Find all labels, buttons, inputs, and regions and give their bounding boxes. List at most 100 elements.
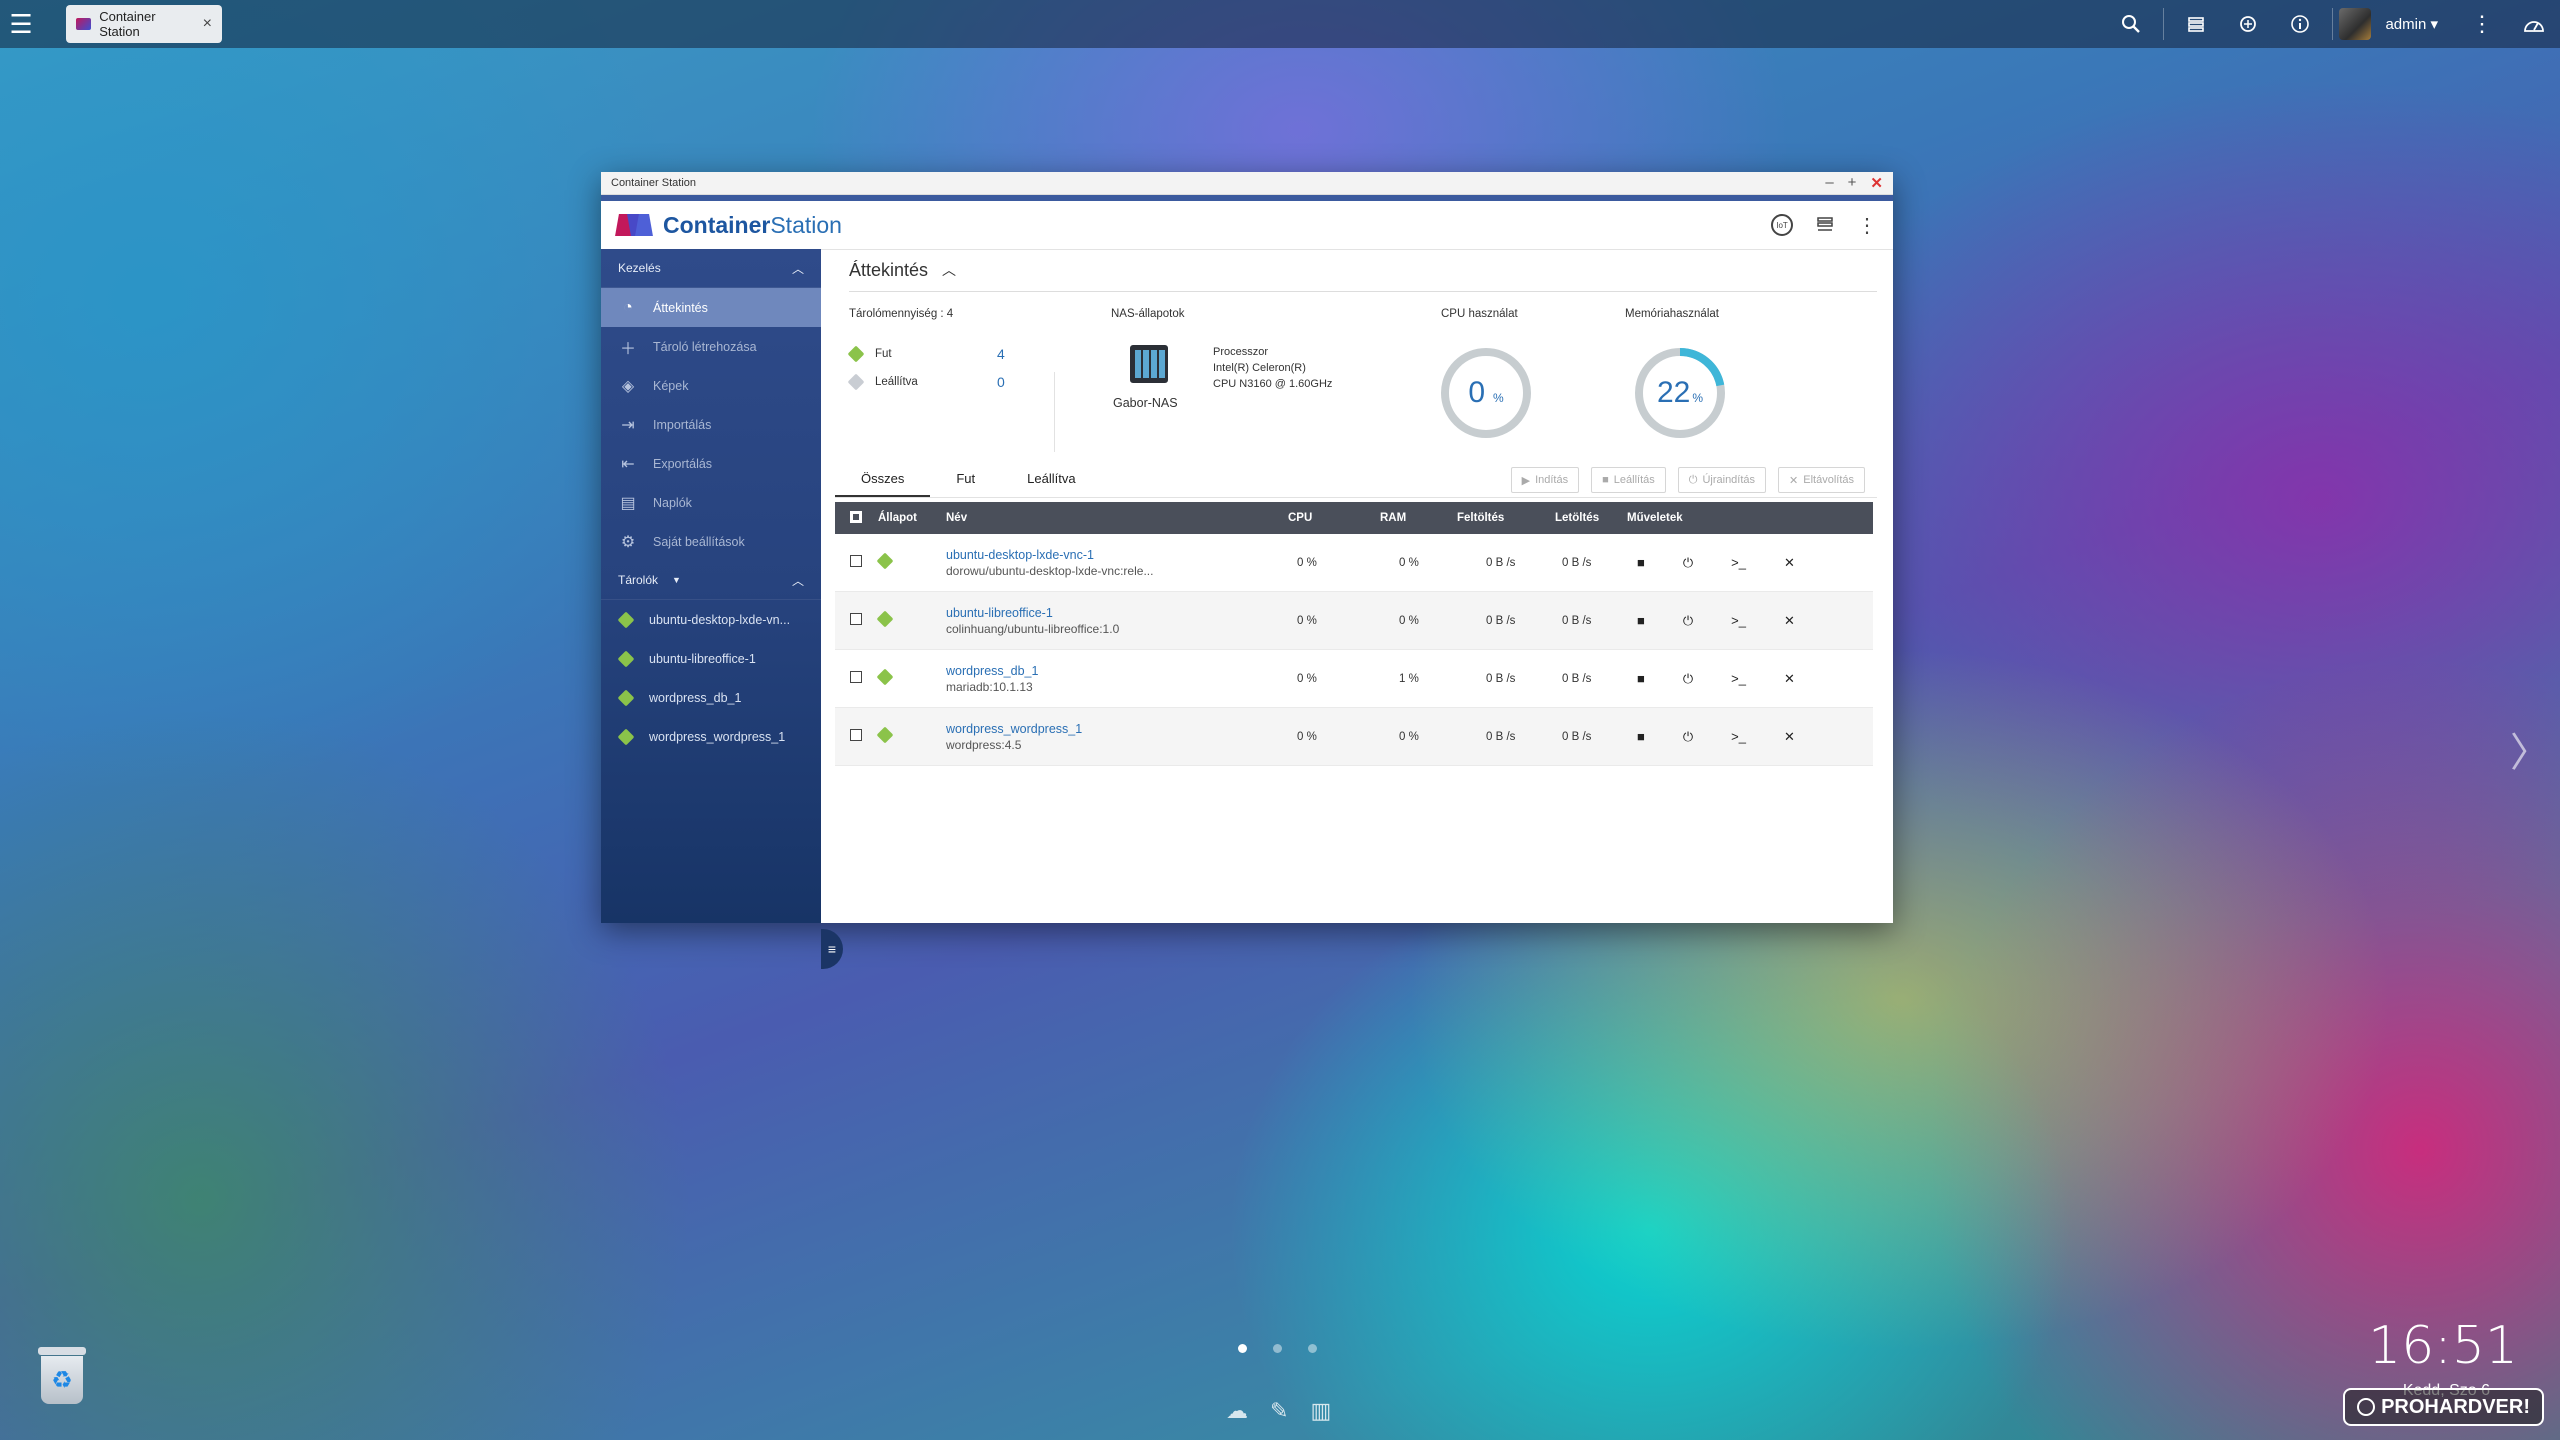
minimize-icon[interactable]: – xyxy=(1825,174,1833,192)
gauge-icon: ◔ xyxy=(623,298,633,316)
cloud-icon[interactable]: ☁ xyxy=(1226,1398,1248,1424)
layers-icon: ◈ xyxy=(621,377,635,395)
row-checkbox[interactable] xyxy=(850,671,862,683)
stop-icon[interactable]: ■ xyxy=(1637,671,1645,687)
maximize-icon[interactable]: + xyxy=(1848,174,1857,192)
iot-icon[interactable]: IoT xyxy=(1771,214,1793,236)
more-icon[interactable]: ⋮ xyxy=(1857,213,1877,238)
terminal-icon[interactable]: >_ xyxy=(1731,729,1746,745)
cpu-cell: 0 % xyxy=(1287,591,1379,650)
gear-icon: ⚙ xyxy=(620,533,636,551)
stopped-count[interactable]: 0 xyxy=(997,374,1005,390)
container-image: colinhuang/ubuntu-libreoffice:1.0 xyxy=(946,621,1120,636)
close-icon[interactable]: ✕ xyxy=(1784,671,1795,687)
col-download[interactable]: Letöltés xyxy=(1554,502,1626,534)
cpu-usage-value: 0 xyxy=(1468,376,1485,409)
table-row[interactable]: ubuntu-desktop-lxde-vnc-1 dorowu/ubuntu-d… xyxy=(835,534,1873,592)
terminal-icon[interactable]: >_ xyxy=(1731,671,1746,687)
restart-button[interactable]: ⏻ Újraindítás xyxy=(1677,467,1767,493)
sidebar-toggle-handle[interactable]: ≡ xyxy=(821,929,843,969)
search-icon[interactable] xyxy=(2105,0,2157,48)
tab-running[interactable]: Fut xyxy=(930,461,1001,495)
power-icon[interactable]: ⏻ xyxy=(1683,729,1693,745)
sidebar-item-images[interactable]: ◈ Képek xyxy=(601,366,821,405)
sidebar-container-item[interactable]: ubuntu-libreoffice-1 xyxy=(601,639,821,678)
sidebar-container-item[interactable]: wordpress_wordpress_1 xyxy=(601,717,821,756)
taskbar-app-tab[interactable]: Container Station × xyxy=(66,5,222,43)
close-icon[interactable]: × xyxy=(203,15,212,33)
chevron-up-icon[interactable]: ︿ xyxy=(942,260,956,280)
container-name-link[interactable]: ubuntu-libreoffice-1 xyxy=(946,606,1286,620)
divider xyxy=(2332,8,2334,40)
processor-line2: CPU N3160 @ 1.60GHz xyxy=(1213,378,1333,390)
tools-icon[interactable]: ✎ xyxy=(1270,1398,1288,1424)
close-icon[interactable]: ✕ xyxy=(1870,174,1883,192)
terminal-icon[interactable]: >_ xyxy=(1731,613,1746,629)
col-ram[interactable]: RAM xyxy=(1379,502,1456,534)
power-icon[interactable]: ⏻ xyxy=(1683,613,1693,629)
background-tasks-icon[interactable] xyxy=(2170,0,2222,48)
sidebar-container-item[interactable]: wordpress_db_1 xyxy=(601,678,821,717)
stop-button[interactable]: ■ Leállítás xyxy=(1591,467,1666,493)
container-image: mariadb:10.1.13 xyxy=(946,679,1033,694)
sidebar-section-manage[interactable]: Kezelés ︿ xyxy=(601,249,821,288)
power-icon[interactable]: ⏻ xyxy=(1683,671,1693,687)
remove-button[interactable]: ✕ Eltávolítás xyxy=(1778,467,1865,493)
sidebar-item-preferences[interactable]: ⚙ Saját beállítások xyxy=(601,522,821,561)
power-icon[interactable]: ⏻ xyxy=(1683,555,1693,571)
tasks-icon[interactable] xyxy=(1815,213,1835,238)
book-icon[interactable]: ▥ xyxy=(1310,1398,1331,1424)
running-label: Fut xyxy=(875,348,892,360)
stop-icon[interactable]: ■ xyxy=(1637,613,1645,629)
col-cpu[interactable]: CPU xyxy=(1287,502,1379,534)
table-row[interactable]: wordpress_wordpress_1 wordpress:4.5 0 % 0… xyxy=(835,707,1873,766)
desktop-clock: 16:51 xyxy=(2368,1316,2518,1376)
next-page-arrow-icon[interactable]: 〉 xyxy=(2510,720,2550,778)
info-icon[interactable] xyxy=(2274,0,2326,48)
stop-icon[interactable]: ■ xyxy=(1637,555,1645,571)
sidebar-item-logs[interactable]: ▤ Naplók xyxy=(601,483,821,522)
sidebar-container-item[interactable]: ubuntu-desktop-lxde-vn... xyxy=(601,600,821,639)
tab-stopped[interactable]: Leállítva xyxy=(1001,461,1101,495)
avatar[interactable] xyxy=(2339,8,2372,40)
close-icon[interactable]: ✕ xyxy=(1784,613,1795,629)
log-icon: ▤ xyxy=(620,494,636,512)
page-dot[interactable] xyxy=(1273,1344,1282,1353)
col-upload[interactable]: Feltöltés xyxy=(1456,502,1554,534)
row-checkbox[interactable] xyxy=(850,555,862,567)
sidebar-item-export[interactable]: ⇤ Exportálás xyxy=(601,444,821,483)
page-dot[interactable] xyxy=(1308,1344,1317,1353)
col-state[interactable]: Állapot xyxy=(877,502,945,534)
main-menu-icon[interactable]: ☰ xyxy=(0,0,42,48)
running-count[interactable]: 4 xyxy=(997,346,1005,362)
page-dot[interactable] xyxy=(1238,1344,1247,1353)
ram-cell: 0 % xyxy=(1379,707,1456,766)
table-row[interactable]: wordpress_db_1 mariadb:10.1.13 0 % 1 % 0 … xyxy=(835,649,1873,708)
chevron-up-icon: ︿ xyxy=(791,261,804,276)
sidebar-item-import[interactable]: ⇥ Importálás xyxy=(601,405,821,444)
terminal-icon[interactable]: >_ xyxy=(1731,555,1746,571)
select-all-checkbox[interactable] xyxy=(850,510,862,523)
sidebar-section-containers[interactable]: Tárolók ▼ ︿ xyxy=(601,561,821,600)
close-icon[interactable]: ✕ xyxy=(1784,729,1795,745)
container-name-link[interactable]: wordpress_wordpress_1 xyxy=(946,722,1286,736)
row-checkbox[interactable] xyxy=(850,613,862,625)
dashboard-icon[interactable] xyxy=(2508,0,2560,48)
user-menu[interactable]: admin ▾ xyxy=(2385,15,2438,33)
recycle-bin-icon[interactable]: ♻ xyxy=(34,1347,90,1407)
start-button[interactable]: ▶ Indítás xyxy=(1510,467,1580,493)
close-icon[interactable]: ✕ xyxy=(1784,555,1795,571)
table-row[interactable]: ubuntu-libreoffice-1 colinhuang/ubuntu-li… xyxy=(835,591,1873,650)
col-name[interactable]: Név xyxy=(945,502,1287,534)
sync-icon[interactable] xyxy=(2222,0,2274,48)
row-checkbox[interactable] xyxy=(850,729,862,741)
container-name-link[interactable]: wordpress_db_1 xyxy=(946,664,1286,678)
sidebar-item-create[interactable]: ＋ Tároló létrehozása xyxy=(601,327,821,366)
container-name-link[interactable]: ubuntu-desktop-lxde-vnc-1 xyxy=(946,548,1286,562)
sidebar-item-overview[interactable]: ◔ Áttekintés xyxy=(601,288,821,327)
more-icon[interactable]: ⋮ xyxy=(2456,0,2508,48)
download-cell: 0 B /s xyxy=(1554,591,1626,650)
stop-icon[interactable]: ■ xyxy=(1637,729,1645,745)
memory-usage-label: Memóriahasználat xyxy=(1625,308,1719,320)
tab-all[interactable]: Összes xyxy=(835,461,931,497)
